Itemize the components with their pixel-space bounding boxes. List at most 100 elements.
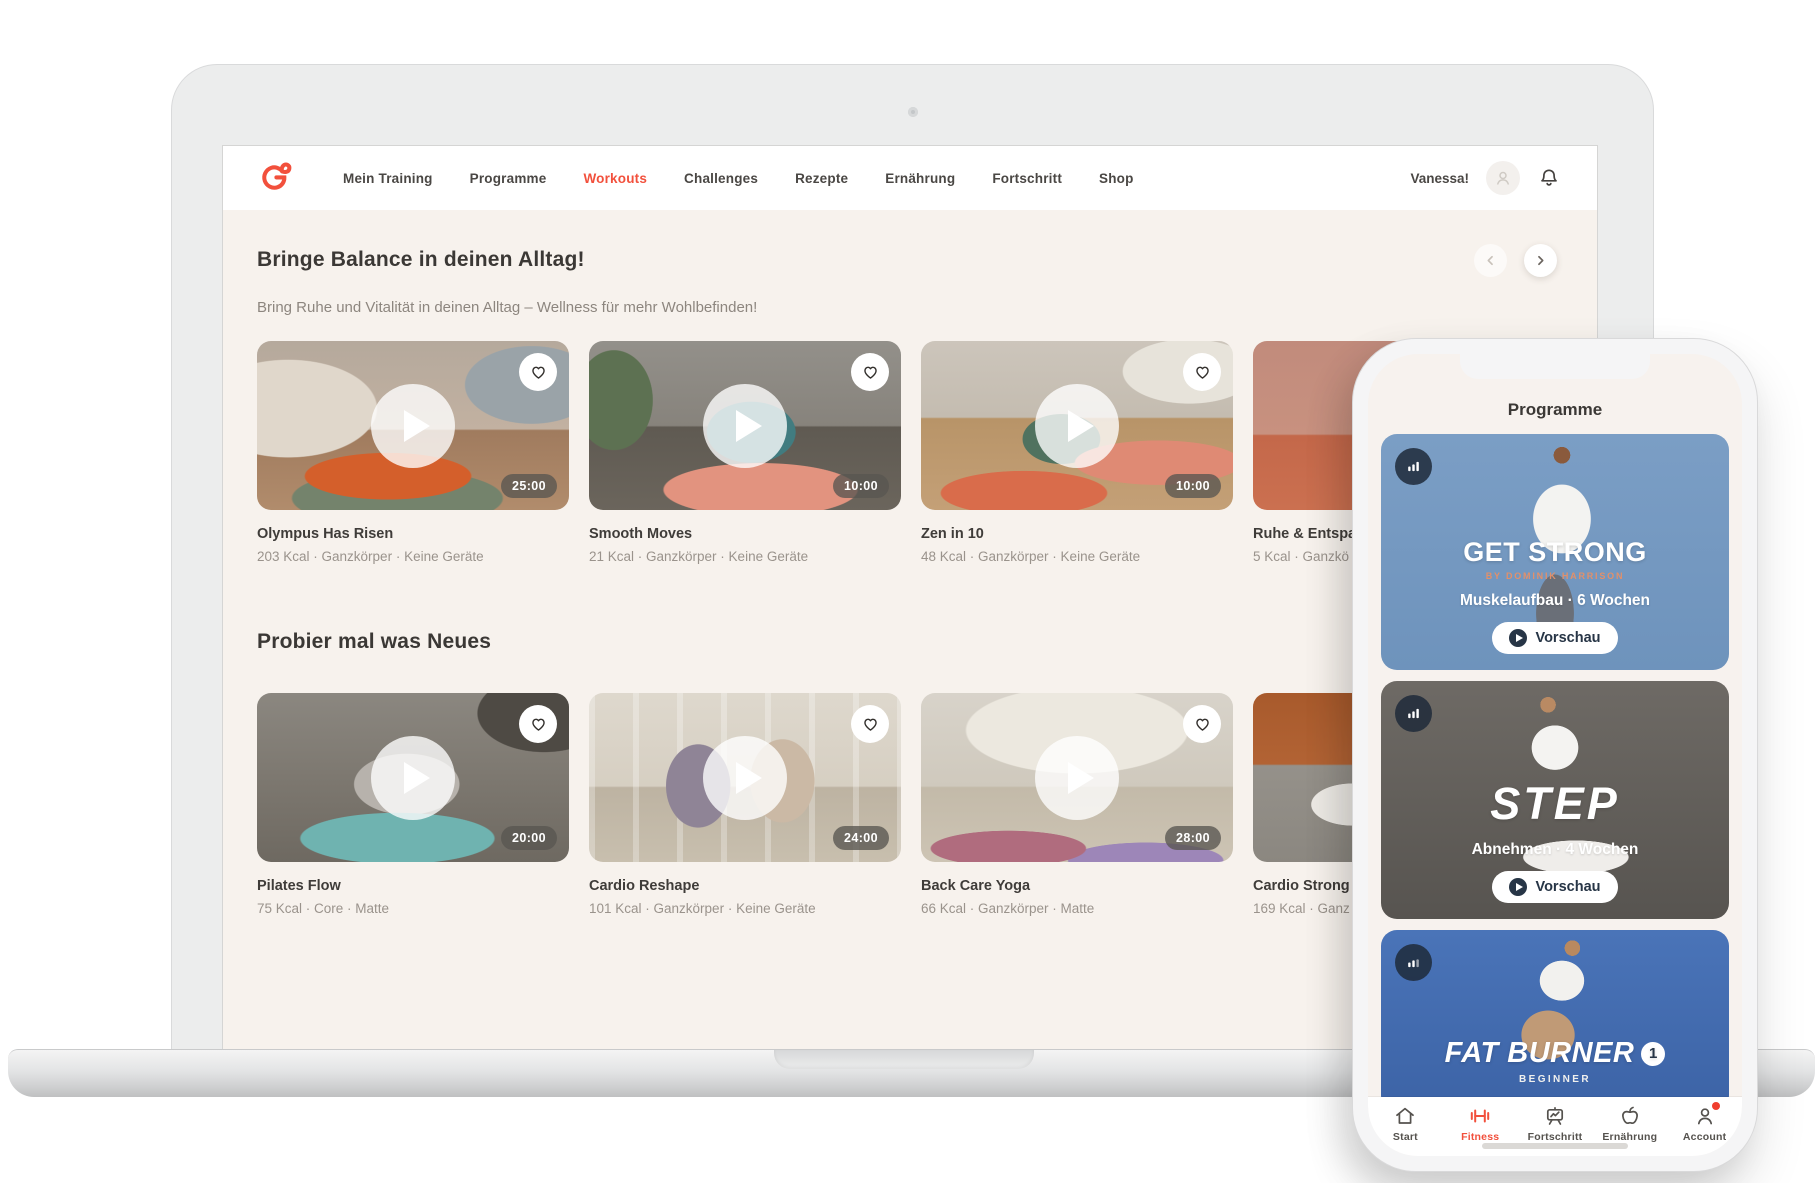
- account-icon: [1693, 1104, 1717, 1128]
- bell-icon[interactable]: [1537, 166, 1561, 190]
- duration-badge: 10:00: [1165, 474, 1221, 498]
- play-icon[interactable]: [1035, 736, 1119, 820]
- home-indicator[interactable]: [1482, 1143, 1628, 1149]
- program-list: GET STRONG BY DOMINIK HARRISON Muskelauf…: [1368, 420, 1742, 1097]
- workout-card[interactable]: 25:00 Olympus Has Risen 203 Kcal · Ganzk…: [257, 341, 569, 564]
- favorite-button[interactable]: [519, 353, 557, 391]
- workout-meta: 75 Kcal · Core · Matte: [257, 901, 569, 916]
- preview-button[interactable]: Vorschau: [1492, 622, 1617, 654]
- program-name: GET STRONG: [1463, 537, 1647, 568]
- workout-card[interactable]: 20:00 Pilates Flow 75 Kcal · Core · Matt…: [257, 693, 569, 916]
- difficulty-badge: [1395, 944, 1432, 981]
- favorite-button[interactable]: [851, 353, 889, 391]
- workout-meta: 101 Kcal · Ganzkörper · Keine Geräte: [589, 901, 901, 916]
- program-card-get-strong[interactable]: GET STRONG BY DOMINIK HARRISON Muskelauf…: [1381, 434, 1729, 670]
- workout-meta: 21 Kcal · Ganzkörper · Keine Geräte: [589, 549, 901, 564]
- workout-thumbnail[interactable]: 25:00: [257, 341, 569, 510]
- program-trainer: BY DOMINIK HARRISON: [1486, 571, 1625, 581]
- workout-thumbnail[interactable]: 10:00: [921, 341, 1233, 510]
- home-icon: [1393, 1104, 1417, 1128]
- workout-title: Olympus Has Risen: [257, 526, 569, 542]
- tab-label: Ernährung: [1602, 1131, 1657, 1143]
- phone-page-title: Programme: [1368, 400, 1742, 420]
- laptop-camera-icon: [908, 107, 918, 117]
- play-icon[interactable]: [703, 736, 787, 820]
- play-icon: [1509, 878, 1527, 896]
- favorite-button[interactable]: [851, 705, 889, 743]
- carousel-prev-button[interactable]: [1474, 244, 1507, 277]
- play-icon[interactable]: [703, 384, 787, 468]
- program-card-step[interactable]: STEP Abnehmen · 4 Wochen Vorschau: [1381, 681, 1729, 919]
- program-card-fat-burner[interactable]: FAT BURNER 1 BEGINNER: [1381, 930, 1729, 1097]
- tab-label: Fortschritt: [1528, 1131, 1583, 1143]
- workout-thumbnail[interactable]: 24:00: [589, 693, 901, 862]
- workout-meta: 66 Kcal · Ganzkörper · Matte: [921, 901, 1233, 916]
- heart-icon: [529, 363, 548, 382]
- workout-card[interactable]: 10:00 Smooth Moves 21 Kcal · Ganzkörper …: [589, 341, 901, 564]
- workout-title: Smooth Moves: [589, 526, 901, 542]
- play-icon: [1509, 629, 1527, 647]
- nav-links: Mein Training Programme Workouts Challen…: [343, 171, 1134, 186]
- gymondo-logo-icon[interactable]: [251, 155, 297, 201]
- nav-item-mein-training[interactable]: Mein Training: [343, 171, 433, 186]
- program-name: FAT BURNER 1: [1445, 1037, 1666, 1070]
- phone-notch: [1460, 354, 1650, 379]
- laptop-thumb-notch: [774, 1050, 1034, 1069]
- nav-item-workouts[interactable]: Workouts: [583, 171, 647, 186]
- preview-label: Vorschau: [1535, 879, 1600, 895]
- heart-icon: [861, 715, 880, 734]
- section-subtitle: Bring Ruhe und Vitalität in deinen Allta…: [257, 299, 1563, 316]
- nav-item-challenges[interactable]: Challenges: [684, 171, 758, 186]
- favorite-button[interactable]: [1183, 353, 1221, 391]
- nav-item-ernaehrung[interactable]: Ernährung: [885, 171, 955, 186]
- carousel-arrows: [1474, 244, 1557, 277]
- duration-badge: 20:00: [501, 826, 557, 850]
- nav-right-cluster: Vanessa!: [1410, 161, 1561, 195]
- workout-card[interactable]: 10:00 Zen in 10 48 Kcal · Ganzkörper · K…: [921, 341, 1233, 564]
- difficulty-badge: [1395, 695, 1432, 732]
- notification-dot: [1712, 1102, 1720, 1110]
- person-icon: [1493, 168, 1513, 188]
- duration-badge: 10:00: [833, 474, 889, 498]
- workout-title: Cardio Reshape: [589, 878, 901, 894]
- favorite-button[interactable]: [519, 705, 557, 743]
- user-greeting: Vanessa!: [1410, 171, 1469, 186]
- phone-mockup: Programme GET STRONG BY DOMINIK HARRISON…: [1352, 338, 1758, 1172]
- workout-thumbnail[interactable]: 10:00: [589, 341, 901, 510]
- level-bars-icon: [1405, 458, 1422, 475]
- tab-label: Account: [1683, 1131, 1726, 1143]
- workout-thumbnail[interactable]: 28:00: [921, 693, 1233, 862]
- section-title: Bringe Balance in deinen Alltag!: [257, 248, 585, 272]
- play-icon[interactable]: [371, 384, 455, 468]
- nav-item-rezepte[interactable]: Rezepte: [795, 171, 848, 186]
- carousel-next-button[interactable]: [1524, 244, 1557, 277]
- program-number-badge: 1: [1641, 1042, 1665, 1066]
- program-name-text: FAT BURNER: [1445, 1037, 1635, 1070]
- nav-item-shop[interactable]: Shop: [1099, 171, 1134, 186]
- heart-icon: [1193, 715, 1212, 734]
- program-meta: Abnehmen · 4 Wochen: [1472, 841, 1639, 859]
- workout-thumbnail[interactable]: 20:00: [257, 693, 569, 862]
- section-title: Probier mal was Neues: [257, 630, 491, 654]
- duration-badge: 24:00: [833, 826, 889, 850]
- play-icon[interactable]: [371, 736, 455, 820]
- play-icon[interactable]: [1035, 384, 1119, 468]
- workout-meta: 48 Kcal · Ganzkörper · Keine Geräte: [921, 549, 1233, 564]
- favorite-button[interactable]: [1183, 705, 1221, 743]
- tab-label: Fitness: [1461, 1131, 1499, 1143]
- workout-card[interactable]: 24:00 Cardio Reshape 101 Kcal · Ganzkörp…: [589, 693, 901, 916]
- heart-icon: [861, 363, 880, 382]
- preview-button[interactable]: Vorschau: [1492, 871, 1617, 903]
- apple-icon: [1618, 1104, 1642, 1128]
- dumbbell-icon: [1468, 1104, 1492, 1128]
- avatar[interactable]: [1486, 161, 1520, 195]
- chevron-left-icon: [1483, 253, 1498, 268]
- tab-account[interactable]: Account: [1667, 1104, 1742, 1156]
- program-name: STEP: [1490, 778, 1620, 830]
- nav-item-programme[interactable]: Programme: [470, 171, 547, 186]
- tab-start[interactable]: Start: [1368, 1104, 1443, 1156]
- nav-item-fortschritt[interactable]: Fortschritt: [992, 171, 1062, 186]
- chevron-right-icon: [1533, 253, 1548, 268]
- progress-chart-icon: [1543, 1104, 1567, 1128]
- workout-card[interactable]: 28:00 Back Care Yoga 66 Kcal · Ganzkörpe…: [921, 693, 1233, 916]
